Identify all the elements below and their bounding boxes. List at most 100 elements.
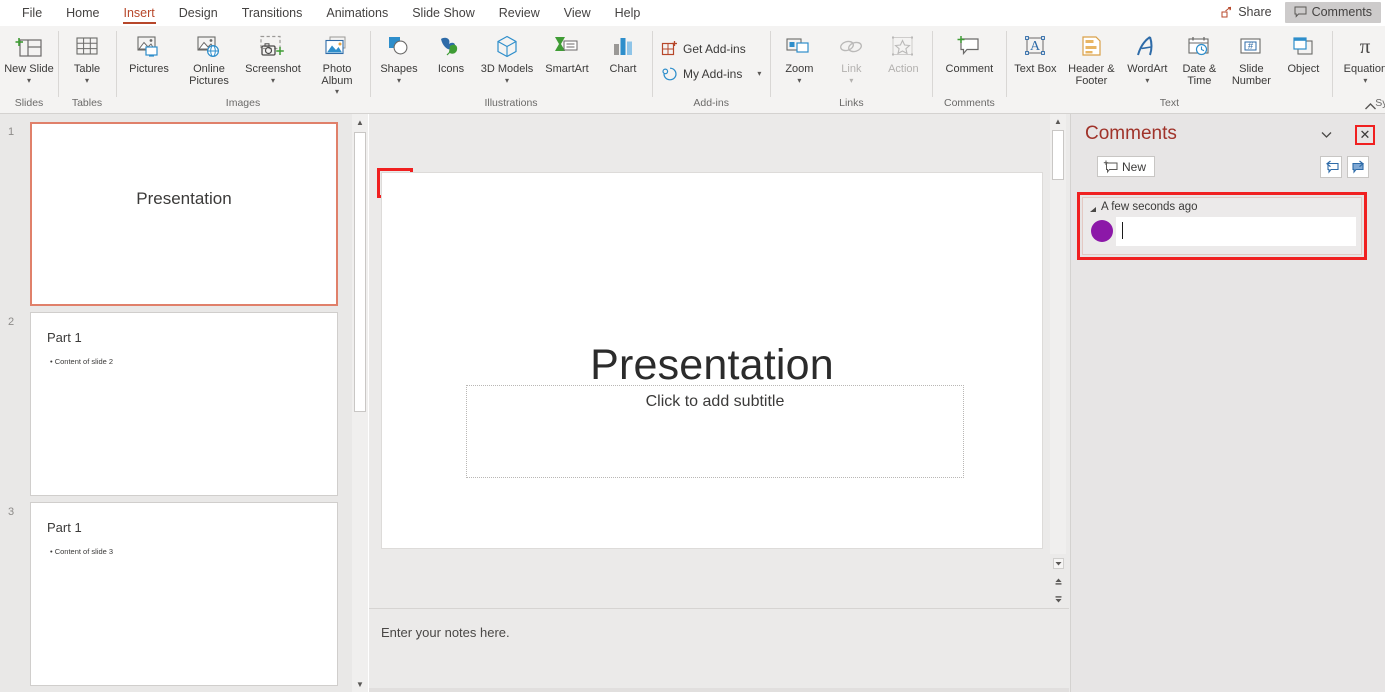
tab-review[interactable]: Review <box>487 0 552 26</box>
close-icon: ✕ <box>1360 127 1371 143</box>
scrollbar-thumb[interactable] <box>354 132 366 412</box>
scrollbar-thumb[interactable] <box>1052 130 1064 180</box>
header-footer-button[interactable]: Header & Footer <box>1061 28 1121 92</box>
insert-comment-label: Comment <box>934 64 1004 76</box>
scroll-up-icon[interactable]: ▲ <box>1050 114 1066 128</box>
online-pictures-button[interactable]: Online Pictures <box>179 28 239 92</box>
photo-album-button[interactable]: Photo Album ▾ <box>307 28 367 96</box>
object-icon <box>1289 32 1317 62</box>
tab-file[interactable]: File <box>10 0 54 26</box>
wordart-label: WordArt <box>1120 64 1174 76</box>
comment-thread-highlight[interactable]: A few seconds ago <box>1077 192 1367 260</box>
next-comment-button[interactable] <box>1347 156 1369 178</box>
screenshot-button[interactable]: Screenshot ▾ <box>239 28 307 92</box>
tab-help[interactable]: Help <box>603 0 653 26</box>
slide-title-placeholder[interactable]: Presentation <box>422 341 1002 390</box>
notes-pane[interactable]: Enter your notes here. <box>369 608 1069 692</box>
tab-view[interactable]: View <box>552 0 603 26</box>
slide-subtitle-placeholder[interactable]: Click to add subtitle <box>466 385 964 478</box>
slide-thumbnail-pane[interactable]: 1 Presentation 2 Part 1 • Content of sli… <box>0 114 352 692</box>
table-label: Table <box>60 64 114 76</box>
smartart-button[interactable]: SmartArt <box>537 28 597 92</box>
notes-placeholder[interactable]: Enter your notes here. <box>381 625 510 640</box>
date-time-label: Date & Time <box>1172 64 1226 87</box>
chart-label: Chart <box>596 64 650 76</box>
date-time-button[interactable]: Date & Time <box>1173 28 1225 92</box>
tab-insert[interactable]: Insert <box>112 0 167 26</box>
pictures-label: Pictures <box>118 64 180 76</box>
3d-models-icon <box>493 32 521 62</box>
slide-vertical-scrollbar[interactable]: ▲ <box>1050 114 1066 554</box>
scroll-up-icon[interactable]: ▲ <box>352 114 368 130</box>
icons-label: Icons <box>424 64 478 76</box>
share-button[interactable]: Share <box>1211 2 1280 23</box>
photo-album-label: Photo Album <box>306 64 368 87</box>
table-icon <box>74 32 100 62</box>
previous-comment-button[interactable] <box>1320 156 1342 178</box>
wordart-button[interactable]: WordArt ▾ <box>1121 28 1173 92</box>
next-slide-button[interactable] <box>1050 590 1066 608</box>
object-button[interactable]: Object <box>1277 28 1329 92</box>
thumbnail-slide-2[interactable]: Part 1 • Content of slide 2 <box>30 312 338 496</box>
close-comments-pane-button[interactable]: ✕ <box>1355 125 1375 145</box>
tab-slide-show[interactable]: Slide Show <box>400 0 487 26</box>
scroll-down-icon[interactable]: ▼ <box>352 676 368 692</box>
notes-pane-bottom-edge <box>369 688 1069 692</box>
ribbon-group-links: Zoom ▾ Link ▾ Action <box>770 26 932 114</box>
previous-comment-icon <box>1324 160 1339 174</box>
pictures-button[interactable]: Pictures <box>119 28 179 92</box>
ribbon-group-illustrations: Shapes ▾ Icons 3D Models ▾ <box>370 26 652 114</box>
slide-canvas[interactable]: Presentation Click to add subtitle <box>382 173 1042 548</box>
get-addins-label: Get Add-ins <box>683 42 746 56</box>
comment-thread[interactable]: A few seconds ago <box>1082 197 1362 255</box>
equation-label: Equation <box>1334 64 1385 76</box>
my-addins-label: My Add-ins <box>683 67 742 81</box>
my-addins-icon <box>661 65 678 82</box>
insert-comment-button[interactable]: Comment <box>935 28 1003 92</box>
comments-pane-title: Comments <box>1085 123 1177 145</box>
scroll-down-button[interactable] <box>1050 554 1066 572</box>
link-button[interactable]: Link ▾ <box>825 28 877 92</box>
slide-number-label: Slide Number <box>1224 64 1278 87</box>
chevron-down-icon: ▾ <box>1363 77 1367 85</box>
chart-button[interactable]: Chart <box>597 28 649 92</box>
previous-slide-button[interactable] <box>1050 572 1066 590</box>
ribbon-group-images: Pictures Online Pictures Screenshot ▾ <box>116 26 370 114</box>
my-addins-button[interactable]: My Add-ins ▾ <box>655 61 767 86</box>
ribbon-group-label-links: Links <box>773 96 929 110</box>
tab-design[interactable]: Design <box>167 0 230 26</box>
ribbon: New Slide ▾ Slides Table ▾ <box>0 26 1385 114</box>
slide-number-button[interactable]: # Slide Number <box>1225 28 1277 92</box>
comment-reply-input[interactable] <box>1116 217 1356 246</box>
icons-button[interactable]: Icons <box>425 28 477 92</box>
tab-transitions[interactable]: Transitions <box>230 0 315 26</box>
zoom-button[interactable]: Zoom ▾ <box>773 28 825 92</box>
action-button[interactable]: Action <box>877 28 929 92</box>
comment-timestamp: A few seconds ago <box>1101 201 1198 213</box>
equation-icon: π <box>1351 32 1379 62</box>
equation-button[interactable]: π Equation ▾ <box>1335 28 1385 92</box>
3d-models-button[interactable]: 3D Models ▾ <box>477 28 537 92</box>
zoom-label: Zoom <box>772 64 826 76</box>
get-addins-button[interactable]: Get Add-ins <box>655 36 767 61</box>
tab-animations[interactable]: Animations <box>314 0 400 26</box>
shapes-button[interactable]: Shapes ▾ <box>373 28 425 92</box>
thumbnail-pane-scrollbar[interactable]: ▲ ▼ <box>352 114 368 692</box>
chevron-down-icon[interactable] <box>1321 131 1332 139</box>
chart-icon <box>609 32 637 62</box>
slide-number-icon: # <box>1237 32 1265 62</box>
triangle-collapse-icon[interactable] <box>1089 206 1097 213</box>
text-box-button[interactable]: A Text Box <box>1009 28 1061 92</box>
comments-toggle-button[interactable]: Comments <box>1285 2 1381 23</box>
comments-pane: Comments ✕ New <box>1070 114 1385 692</box>
new-comment-button[interactable]: New <box>1097 156 1155 177</box>
ribbon-group-label-text: Text <box>1009 96 1329 110</box>
thumbnail-slide-3[interactable]: Part 1 • Content of slide 3 <box>30 502 338 686</box>
new-slide-button[interactable]: New Slide ▾ <box>3 28 55 92</box>
action-label: Action <box>876 64 930 76</box>
collapse-ribbon-button[interactable] <box>1364 102 1377 111</box>
thumbnail-slide-1[interactable]: Presentation <box>30 122 338 306</box>
action-icon <box>889 32 917 62</box>
tab-home[interactable]: Home <box>54 0 111 26</box>
table-button[interactable]: Table ▾ <box>61 28 113 92</box>
